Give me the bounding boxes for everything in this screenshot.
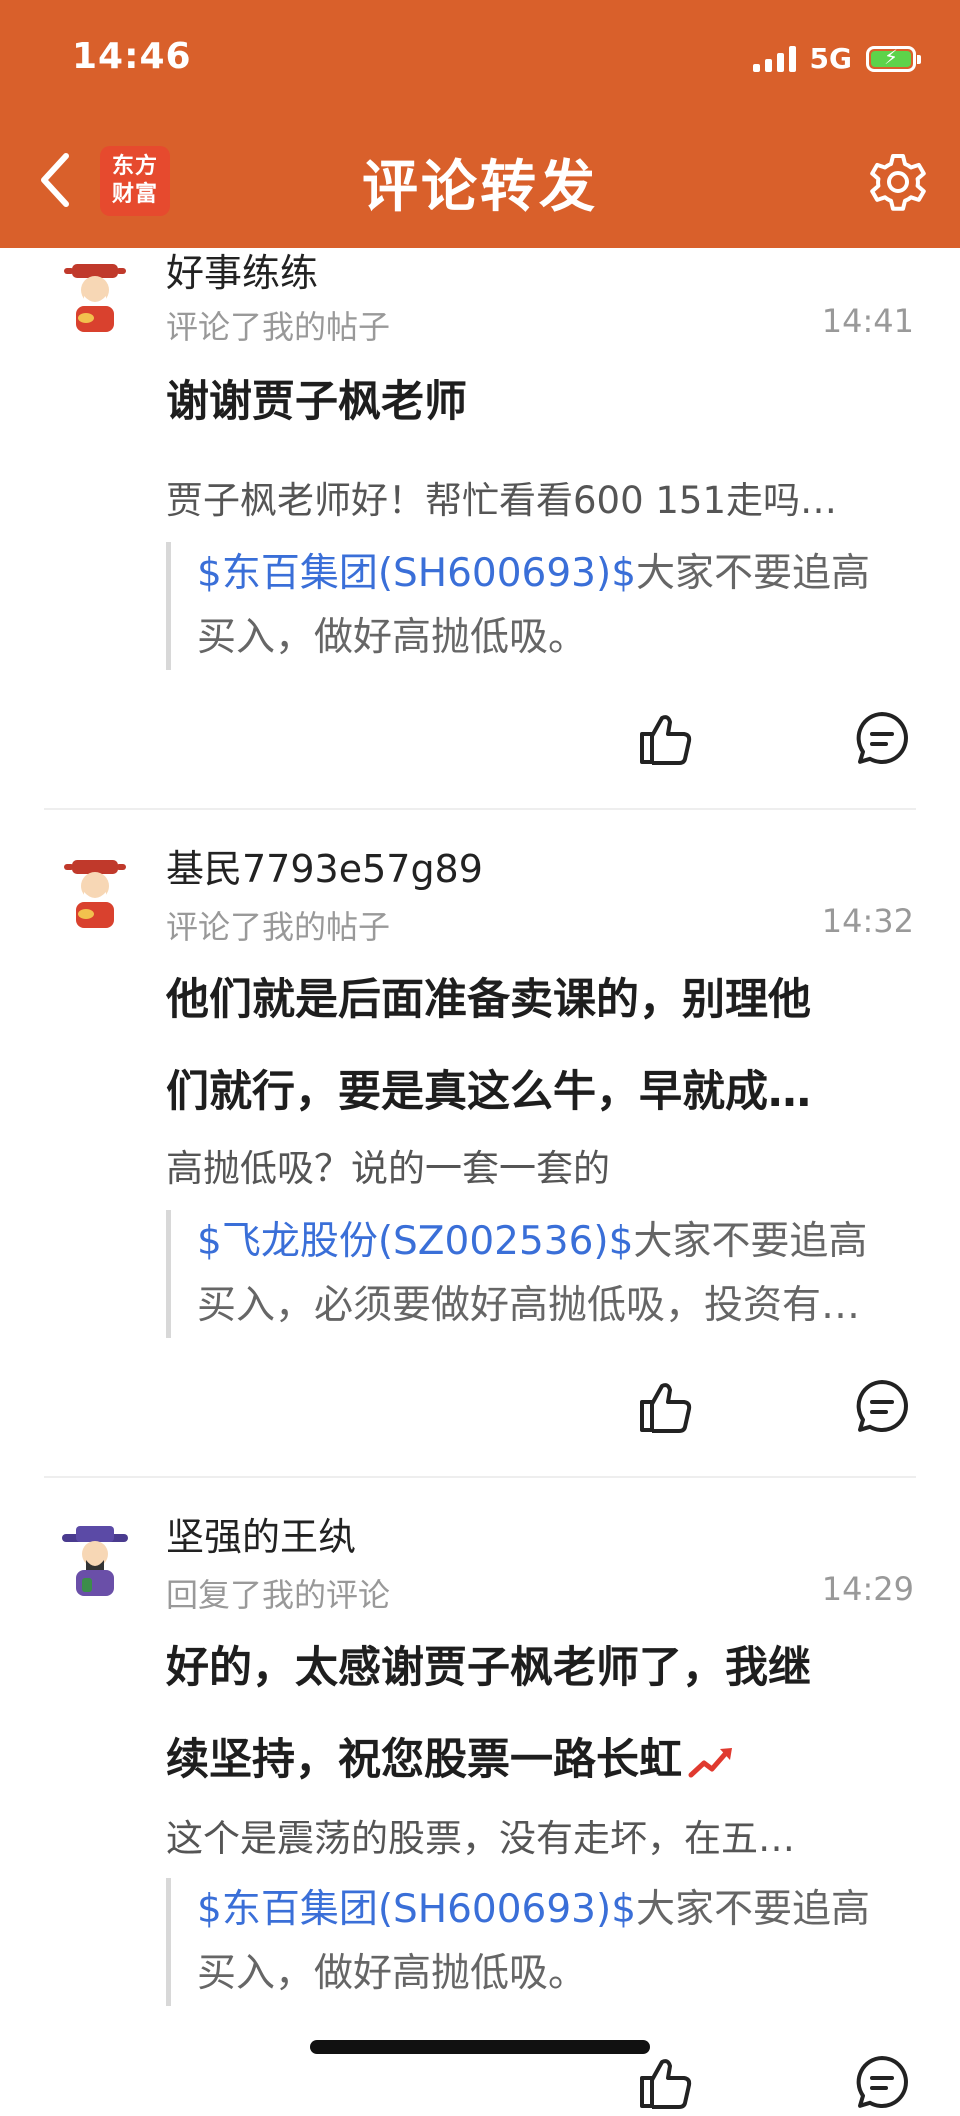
stock-link[interactable]: $飞龙股份(SZ002536)$ xyxy=(197,1219,633,1264)
action-text: 评论了我的帖子 xyxy=(166,908,391,946)
comment-line: 续坚持，祝您股票一路长虹 xyxy=(166,1735,682,1785)
quoted-post[interactable]: $东百集团(SH600693)$大家不要追高 买入，做好高抛低吸。 xyxy=(166,542,906,670)
comment-bubble-icon xyxy=(856,2056,908,2108)
comment-line: 他们就是后面准备卖课的，别理他 xyxy=(166,975,811,1025)
thumbs-up-icon xyxy=(640,715,692,765)
comment-line: 好的，太感谢贾子枫老师了，我继 xyxy=(166,1643,811,1693)
quote-text: 大家不要追高 xyxy=(633,1219,868,1264)
username[interactable]: 坚强的王纨 xyxy=(166,1506,356,1561)
signal-icon xyxy=(752,45,796,72)
username[interactable]: 好事练练 xyxy=(166,242,318,297)
quoted-post[interactable]: $飞龙股份(SZ002536)$大家不要追高 买入，必须要做好高抛低吸，投资有… xyxy=(166,1210,906,1338)
quote-text: 买入，做好高抛低吸。 xyxy=(197,615,588,660)
notification-item[interactable]: 基民7793e57g89 评论了我的帖子 14:32 他们就是后面准备卖课的，别… xyxy=(0,810,960,1478)
original-post-text[interactable]: 高抛低吸？说的一套一套的 xyxy=(166,1138,906,1192)
quoted-post[interactable]: $东百集团(SH600693)$大家不要追高 买入，做好高抛低吸。 xyxy=(166,1878,906,2006)
comment-text: 他们就是后面准备卖课的，别理他 们就行，要是真这么牛，早就成… xyxy=(166,954,906,1138)
quote-text: 买入，做好高抛低吸。 xyxy=(197,1951,588,1996)
quote-text: 买入，必须要做好高抛低吸，投资有… xyxy=(197,1283,861,1328)
quote-text: 大家不要追高 xyxy=(636,1887,871,1932)
notification-item[interactable]: 好事练练 评论了我的帖子 14:41 谢谢贾子枫老师 贾子枫老师好！帮忙看看60… xyxy=(0,248,960,810)
original-post-text[interactable]: 贾子枫老师好！帮忙看看600 151走吗… xyxy=(166,470,906,524)
like-button[interactable] xyxy=(636,1376,696,1436)
reply-button[interactable] xyxy=(852,1376,912,1436)
comment-bubble-icon xyxy=(856,712,908,764)
reply-button[interactable] xyxy=(852,708,912,768)
home-indicator[interactable] xyxy=(310,2040,650,2054)
avatar[interactable] xyxy=(62,1524,128,1600)
comment-text: 谢谢贾子枫老师 xyxy=(166,356,906,448)
status-indicators: 5G ⚡ xyxy=(752,42,921,75)
like-button[interactable] xyxy=(636,2052,696,2112)
comment-bubble-icon xyxy=(856,1380,908,1432)
timestamp: 14:41 xyxy=(821,302,914,340)
like-button[interactable] xyxy=(636,708,696,768)
comment-line: 谢谢贾子枫老师 xyxy=(166,377,467,427)
settings-button[interactable] xyxy=(866,150,930,214)
trend-up-icon xyxy=(688,1747,732,1777)
timestamp: 14:29 xyxy=(821,1570,914,1608)
stock-link[interactable]: $东百集团(SH600693)$ xyxy=(197,551,636,596)
action-text: 评论了我的帖子 xyxy=(166,308,391,346)
battery-icon: ⚡ xyxy=(866,45,921,72)
status-time: 14:46 xyxy=(72,36,192,77)
quote-text: 大家不要追高 xyxy=(636,551,871,596)
username[interactable]: 基民7793e57g89 xyxy=(166,838,483,893)
notification-item[interactable]: 坚强的王纨 回复了我的评论 14:29 好的，太感谢贾子枫老师了，我继 续坚持，… xyxy=(0,1478,960,2109)
thumbs-up-icon xyxy=(640,1383,692,1433)
comment-line: 们就行，要是真这么牛，早就成… xyxy=(166,1067,811,1117)
reply-button[interactable] xyxy=(852,2052,912,2112)
network-type: 5G xyxy=(809,42,852,75)
app-header: 14:46 5G ⚡ 东方 财富 评论转发 xyxy=(0,0,960,248)
timestamp: 14:32 xyxy=(821,902,914,940)
avatar[interactable] xyxy=(62,260,128,336)
original-post-text[interactable]: 这个是震荡的股票，没有走坏，在五… xyxy=(166,1808,906,1862)
avatar[interactable] xyxy=(62,856,128,932)
stock-link[interactable]: $东百集团(SH600693)$ xyxy=(197,1887,636,1932)
page-title: 评论转发 xyxy=(362,155,598,220)
action-text: 回复了我的评论 xyxy=(166,1576,391,1614)
gear-icon xyxy=(870,154,926,211)
comment-text: 好的，太感谢贾子枫老师了，我继 续坚持，祝您股票一路长虹 xyxy=(166,1622,906,1806)
thumbs-up-icon xyxy=(640,2059,692,2109)
